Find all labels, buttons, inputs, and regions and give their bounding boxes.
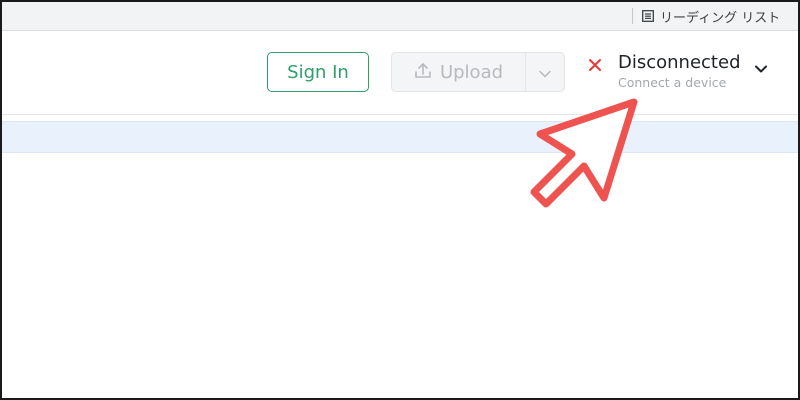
device-status-subtitle: Connect a device <box>618 75 727 90</box>
sign-in-button[interactable]: Sign In <box>267 52 369 92</box>
bookmark-separator <box>632 8 633 24</box>
device-status-title: Disconnected <box>618 52 741 73</box>
pointer-arrow-icon <box>522 92 652 226</box>
upload-button-group: Upload <box>391 52 565 92</box>
reading-list-label: リーディング リスト <box>660 10 781 26</box>
close-icon <box>588 57 602 76</box>
selected-row[interactable] <box>2 121 798 153</box>
chevron-down-icon <box>754 59 768 78</box>
reading-list-icon <box>642 10 654 22</box>
app-header: Sign In Upload Disconnected Connect a de… <box>2 31 798 115</box>
upload-icon <box>414 61 432 84</box>
chevron-down-icon <box>539 63 551 82</box>
screenshot-frame: リーディング リスト Sign In Upload Disconnected C… <box>0 0 800 400</box>
bookmark-bar: リーディング リスト <box>2 2 798 31</box>
upload-label: Upload <box>439 61 504 83</box>
upload-button[interactable]: Upload <box>392 53 526 91</box>
upload-options-toggle[interactable] <box>526 53 564 91</box>
device-status-dropdown[interactable]: Disconnected Connect a device <box>586 51 786 95</box>
reading-list-button[interactable]: リーディング リスト <box>642 5 780 27</box>
